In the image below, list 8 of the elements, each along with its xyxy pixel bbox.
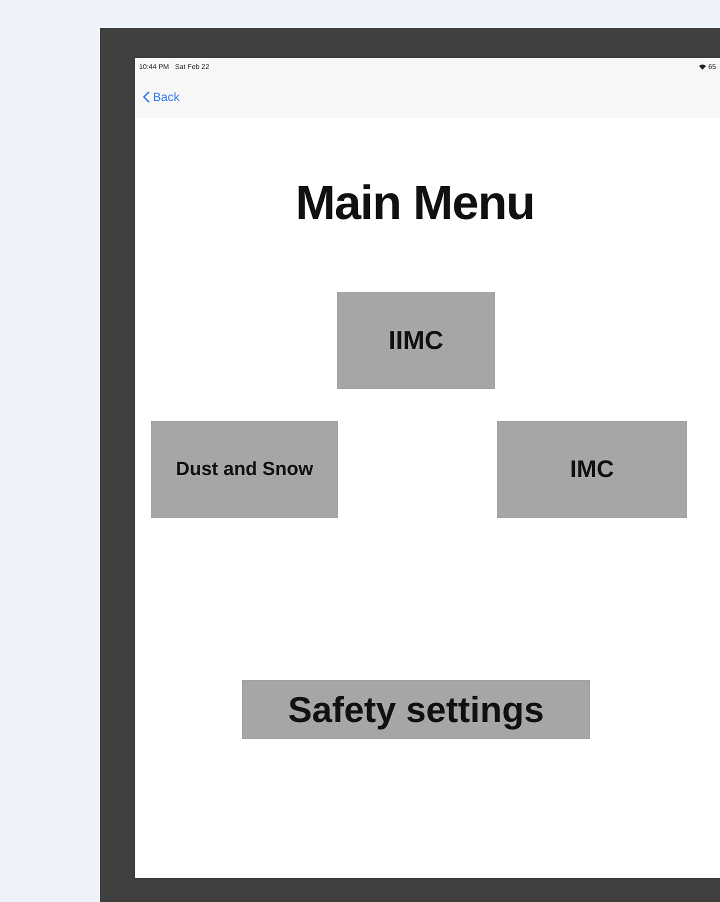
wifi-icon xyxy=(699,64,706,70)
menu-button[interactable]: Safety settings xyxy=(242,680,590,739)
menu-button[interactable]: IIMC xyxy=(337,292,495,389)
menu-button[interactable]: IMC xyxy=(497,421,687,518)
menu-button[interactable]: Dust and Snow xyxy=(151,421,338,518)
main-menu-title: Main Menu xyxy=(294,176,536,231)
back-button[interactable]: Back xyxy=(143,90,180,104)
chevron-left-icon xyxy=(143,91,150,103)
